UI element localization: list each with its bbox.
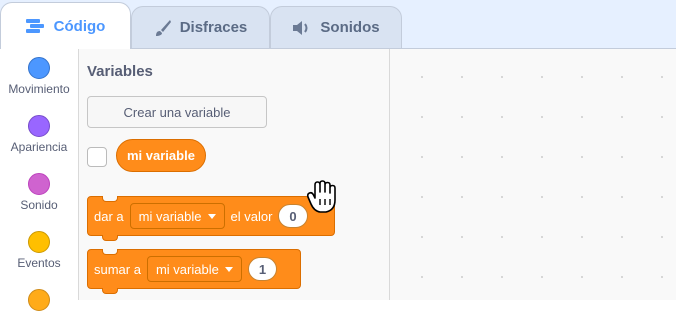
block-notch-top: [102, 196, 118, 202]
brush-icon: [155, 19, 171, 36]
set-block-middle: el valor: [230, 208, 273, 224]
block-notch-top: [102, 249, 118, 255]
block-notch-bottom: [102, 235, 118, 241]
tab-costumes[interactable]: Disfraces: [131, 6, 270, 48]
tab-code[interactable]: Código: [0, 2, 131, 49]
set-value-input[interactable]: 0: [278, 204, 308, 228]
change-variable-dropdown[interactable]: mi variable: [146, 256, 242, 282]
change-variable-block[interactable]: sumar a mi variable 1: [87, 249, 301, 294]
editor-tab-bar: Código Disfraces Sonidos: [0, 0, 676, 49]
variable-reporter-block[interactable]: mi variable: [116, 139, 206, 172]
block-notch-bottom: [102, 288, 118, 294]
change-variable-dropdown-value: mi variable: [155, 261, 219, 277]
category-sound[interactable]: Sonido: [0, 173, 78, 212]
category-events-label: Eventos: [17, 256, 61, 270]
change-value-input[interactable]: 1: [247, 257, 278, 281]
set-variable-block[interactable]: dar a mi variable el valor 0: [87, 196, 335, 241]
category-sound-label: Sonido: [20, 198, 58, 212]
category-looks-label: Apariencia: [10, 140, 68, 154]
control-color-dot: [28, 289, 50, 311]
variable-monitor-checkbox[interactable]: [87, 147, 107, 167]
motion-color-dot: [28, 57, 50, 79]
tab-sounds-label: Sonidos: [320, 19, 380, 36]
category-menu: Movimiento Apariencia Sonido Eventos: [0, 49, 79, 311]
code-icon: [25, 19, 44, 33]
tab-sounds[interactable]: Sonidos: [270, 6, 402, 48]
looks-color-dot: [28, 115, 50, 137]
events-color-dot: [28, 231, 50, 253]
set-block-prefix: dar a: [94, 208, 124, 224]
category-motion-label: Movimiento: [8, 82, 70, 96]
category-looks[interactable]: Apariencia: [0, 115, 78, 154]
category-events[interactable]: Eventos: [0, 231, 78, 270]
sound-color-dot: [28, 173, 50, 195]
block-palette: Variables Crear una variable mi variable…: [79, 49, 390, 300]
tab-costumes-label: Disfraces: [179, 19, 248, 36]
category-motion[interactable]: Movimiento: [0, 57, 78, 96]
speaker-icon: [293, 20, 308, 35]
variable-reporter-label: mi variable: [127, 148, 195, 163]
create-variable-button[interactable]: Crear una variable: [87, 96, 267, 128]
change-block-prefix: sumar a: [94, 261, 141, 277]
set-variable-dropdown[interactable]: mi variable: [129, 203, 225, 229]
dropdown-arrow-icon: [207, 213, 216, 219]
palette-section-title: Variables: [87, 63, 153, 80]
category-control[interactable]: [0, 289, 78, 311]
dropdown-arrow-icon: [224, 266, 233, 272]
set-variable-dropdown-value: mi variable: [138, 208, 202, 224]
tab-code-label: Código: [53, 17, 106, 35]
script-workspace[interactable]: [390, 49, 676, 300]
hand-cursor-icon: [306, 180, 336, 213]
